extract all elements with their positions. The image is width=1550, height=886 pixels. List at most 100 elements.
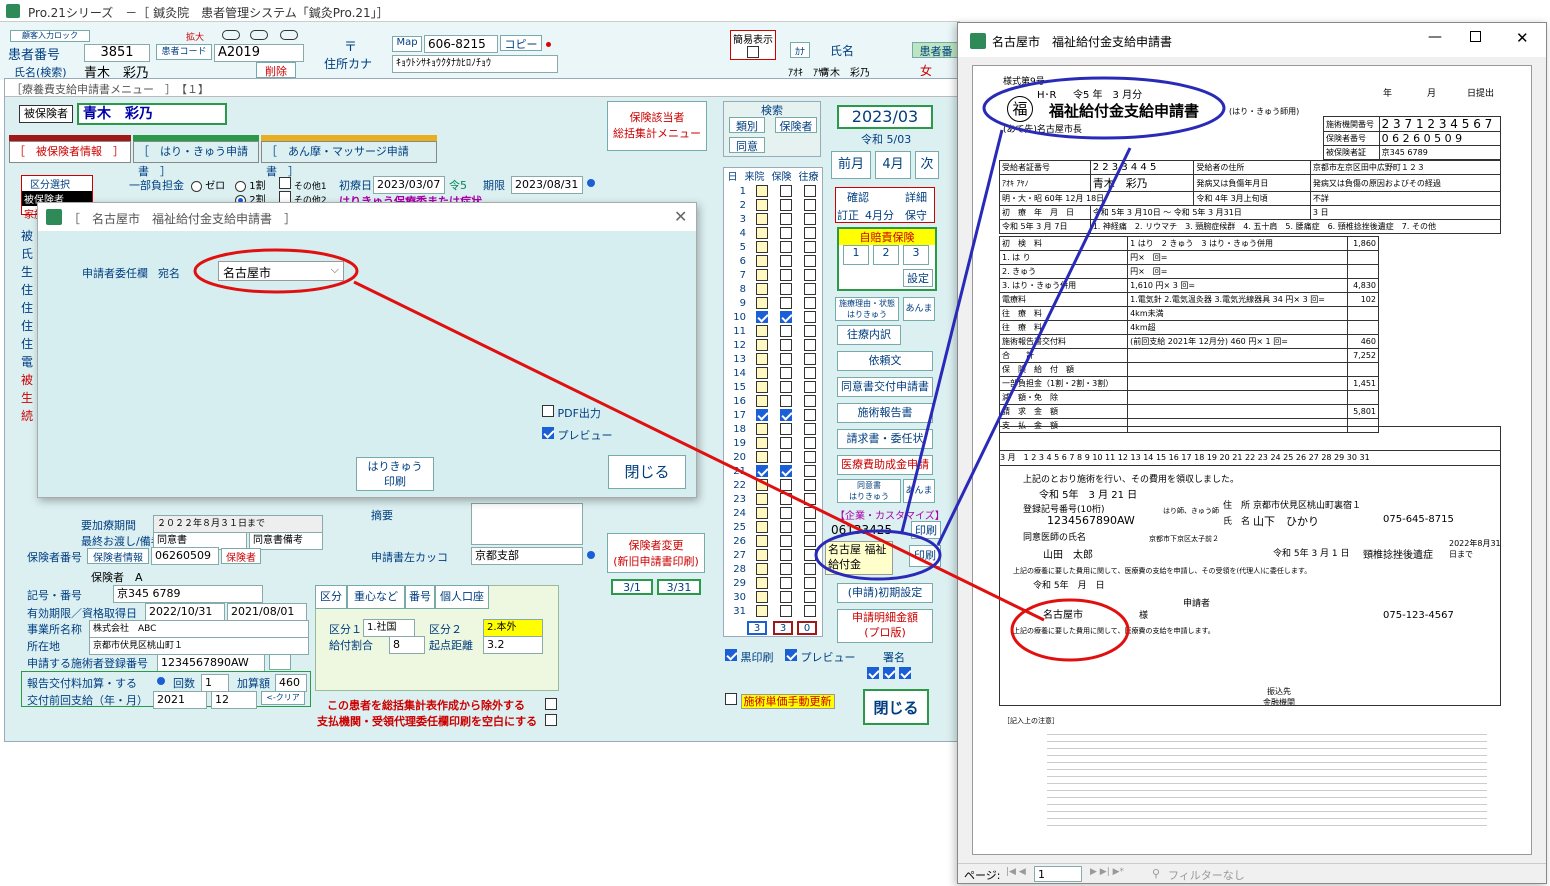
day-checkbox[interactable]: [756, 591, 768, 603]
clear-button[interactable]: <-クリア: [261, 691, 305, 705]
print-button[interactable]: 印刷: [911, 521, 941, 539]
day-checkbox[interactable]: [756, 185, 768, 197]
day-checkbox[interactable]: [780, 409, 792, 421]
day-checkbox[interactable]: [804, 535, 816, 547]
day-checkbox[interactable]: [756, 325, 768, 337]
simple-view-checkbox[interactable]: [747, 46, 759, 58]
postal-field[interactable]: 606-8215: [424, 35, 498, 53]
addressee-select[interactable]: 名古屋市 ⌵: [218, 261, 344, 281]
benefit-field[interactable]: 8: [389, 636, 425, 654]
confirm-label[interactable]: 確認: [847, 189, 869, 205]
address-kana-field[interactable]: ｷｮｳﾄｼｻｷｮｳｸﾀﾅｶﾋﾛﾉﾁｮｳ: [392, 55, 558, 73]
day-checkbox[interactable]: [756, 563, 768, 575]
copay-zero-radio[interactable]: [191, 180, 202, 192]
subtab-kubun[interactable]: 区分: [315, 585, 347, 609]
day-checkbox[interactable]: [756, 479, 768, 491]
day-checkbox[interactable]: [780, 283, 792, 295]
ouryo-button[interactable]: 往療内訳: [837, 325, 901, 345]
day-checkbox[interactable]: [756, 339, 768, 351]
hari-print-button[interactable]: はりきゅう 印刷: [356, 457, 434, 491]
pdf-checkbox[interactable]: [542, 405, 554, 417]
date-3-1-button[interactable]: 3/1: [611, 579, 653, 595]
day-checkbox[interactable]: [780, 465, 792, 477]
simple-view[interactable]: 簡易表示: [730, 30, 776, 60]
count-field[interactable]: 1: [201, 674, 229, 692]
day-checkbox[interactable]: [780, 325, 792, 337]
subtab-bangou[interactable]: 番号: [405, 585, 435, 609]
day-checkbox[interactable]: [780, 395, 792, 407]
day-checkbox[interactable]: [804, 213, 816, 225]
copay-other1-check[interactable]: [279, 177, 291, 189]
day-checkbox[interactable]: [756, 605, 768, 617]
anma-button[interactable]: あんま: [903, 297, 935, 321]
patient-no-field[interactable]: 3851: [84, 44, 150, 62]
day-checkbox[interactable]: [780, 297, 792, 309]
day-checkbox[interactable]: [804, 381, 816, 393]
reason-button[interactable]: 施療理由・状態 はりきゅう: [835, 297, 899, 321]
search-consent-button[interactable]: 同意: [729, 137, 765, 153]
day-checkbox[interactable]: [804, 311, 816, 323]
day-checkbox[interactable]: [804, 255, 816, 267]
day-checkbox[interactable]: [780, 185, 792, 197]
prev-year-field[interactable]: 2021: [153, 691, 207, 709]
day-checkbox[interactable]: [780, 437, 792, 449]
day-checkbox[interactable]: [780, 213, 792, 225]
day-checkbox[interactable]: [756, 381, 768, 393]
subtab-kojin[interactable]: 個人口座: [435, 585, 489, 609]
close-icon[interactable]: ✕: [674, 207, 687, 226]
day-checkbox[interactable]: [780, 367, 792, 379]
prev-month-field[interactable]: 12: [211, 691, 257, 709]
day-checkbox[interactable]: [756, 297, 768, 309]
sign-check-1[interactable]: [867, 667, 879, 679]
day-checkbox[interactable]: [804, 479, 816, 491]
day-checkbox[interactable]: [780, 591, 792, 603]
toggle-3[interactable]: [280, 30, 298, 40]
toggle-2[interactable]: [250, 30, 268, 40]
detail-pro-button[interactable]: 申請明細金額 (プロ版): [837, 609, 933, 643]
day-checkbox[interactable]: [804, 297, 816, 309]
day-checkbox[interactable]: [804, 227, 816, 239]
hold-label[interactable]: 保守: [905, 207, 927, 223]
location-field[interactable]: 京都市伏見区桃山町１: [89, 637, 309, 655]
blank-checkbox[interactable]: [545, 714, 557, 726]
day-checkbox[interactable]: [804, 563, 816, 575]
jibai-3[interactable]: 3: [903, 245, 929, 265]
insurer-no-field[interactable]: 06260509: [151, 547, 219, 565]
day-checkbox[interactable]: [756, 353, 768, 365]
day-checkbox[interactable]: [780, 493, 792, 505]
day-checkbox[interactable]: [804, 451, 816, 463]
update-price-check[interactable]: [725, 693, 737, 705]
sign-check-2[interactable]: [882, 667, 895, 679]
day-checkbox[interactable]: [780, 381, 792, 393]
day-checkbox[interactable]: [780, 423, 792, 435]
day-checkbox[interactable]: [756, 549, 768, 561]
day-checkbox[interactable]: [780, 479, 792, 491]
acquired-field[interactable]: 2021/08/01: [227, 603, 307, 621]
day-checkbox[interactable]: [804, 241, 816, 253]
day-checkbox[interactable]: [756, 241, 768, 253]
day-checkbox[interactable]: [780, 199, 792, 211]
jibai-1[interactable]: 1: [843, 245, 869, 265]
day-checkbox[interactable]: [804, 605, 816, 617]
period-field[interactable]: 2023/08/31: [511, 176, 583, 194]
day-checkbox[interactable]: [780, 353, 792, 365]
day-checkbox[interactable]: [780, 535, 792, 547]
sign-check-3[interactable]: [898, 667, 911, 679]
subtab-juushin[interactable]: 重心など: [347, 585, 405, 609]
sejutsu-report-button[interactable]: 施術報告書: [837, 403, 933, 423]
day-checkbox[interactable]: [756, 465, 768, 477]
day-checkbox[interactable]: [756, 507, 768, 519]
jibai-setting[interactable]: 設定: [903, 269, 933, 287]
day-checkbox[interactable]: [756, 437, 768, 449]
day-checkbox[interactable]: [804, 199, 816, 211]
delete-button[interactable]: 削除: [256, 62, 296, 78]
day-checkbox[interactable]: [756, 269, 768, 281]
day-checkbox[interactable]: [756, 213, 768, 225]
doui-button[interactable]: 同意書 はりきゅう: [837, 479, 901, 503]
day-checkbox[interactable]: [804, 185, 816, 197]
nagoya-box[interactable]: 名古屋 福祉 給付金: [825, 541, 893, 575]
next-month-button[interactable]: 次: [915, 151, 939, 179]
day-checkbox[interactable]: [780, 451, 792, 463]
day-checkbox[interactable]: [756, 311, 768, 323]
maximize-icon[interactable]: [1470, 31, 1481, 42]
